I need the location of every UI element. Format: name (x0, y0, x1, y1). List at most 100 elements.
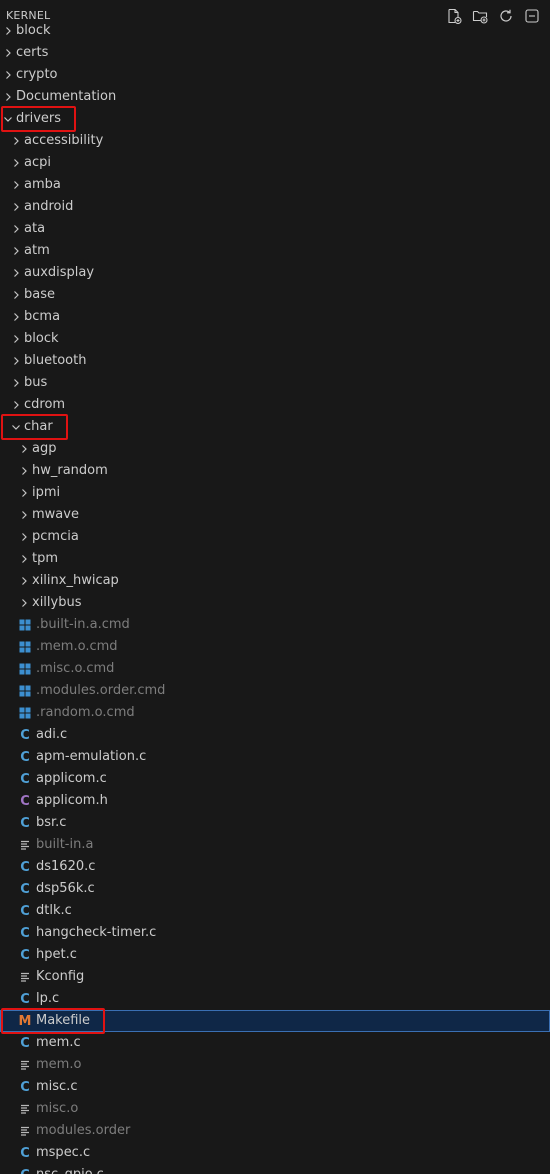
file-item-hpet-c[interactable]: Chpet.c (0, 944, 550, 966)
c-file-icon: C (20, 991, 30, 1007)
file-item-applicom-c[interactable]: Capplicom.c (0, 768, 550, 790)
file-item-random-o-cmd[interactable]: .random.o.cmd (0, 702, 550, 724)
chevron-right-icon[interactable] (18, 526, 30, 548)
folder-item-certs[interactable]: certs (0, 42, 550, 64)
folder-item-ipmi[interactable]: ipmi (0, 482, 550, 504)
file-item-makefile[interactable]: M Makefile (0, 1010, 550, 1032)
tree-item-label: bsr.c (36, 815, 67, 830)
chevron-down-icon[interactable] (10, 416, 22, 438)
tree-item-label: Documentation (16, 89, 117, 104)
file-item-nsc-gpio-c[interactable]: Cnsc_gpio.c (0, 1164, 550, 1174)
folder-item-mwave[interactable]: mwave (0, 504, 550, 526)
tree-item-label: agp (32, 441, 57, 456)
file-item-ds1620-c[interactable]: Cds1620.c (0, 856, 550, 878)
chevron-right-icon[interactable] (10, 328, 22, 350)
chevron-right-icon[interactable] (2, 64, 14, 86)
folder-item-bluetooth[interactable]: bluetooth (0, 350, 550, 372)
chevron-right-icon[interactable] (10, 284, 22, 306)
folder-item-pcmcia[interactable]: pcmcia (0, 526, 550, 548)
folder-item-xillybus[interactable]: xillybus (0, 592, 550, 614)
tree-item-label: amba (24, 177, 61, 192)
file-item-mem-o[interactable]: mem.o (0, 1054, 550, 1076)
tree-item-label: android (24, 199, 74, 214)
c-file-icon: C (20, 815, 30, 831)
chevron-right-icon[interactable] (2, 86, 14, 108)
tree-item-label: block (24, 331, 59, 346)
folder-item-atm[interactable]: atm (0, 240, 550, 262)
file-item-misc-c[interactable]: Cmisc.c (0, 1076, 550, 1098)
chevron-right-icon[interactable] (10, 218, 22, 240)
folder-item-block[interactable]: block (0, 328, 550, 350)
chevron-right-icon[interactable] (18, 460, 30, 482)
folder-item-crypto[interactable]: crypto (0, 64, 550, 86)
c-file-icon: C (20, 859, 30, 875)
folder-item-bus[interactable]: bus (0, 372, 550, 394)
chevron-right-icon[interactable] (10, 174, 22, 196)
file-item-apm-emulation-c[interactable]: Capm-emulation.c (0, 746, 550, 768)
file-item-built-in-a-cmd[interactable]: .built-in.a.cmd (0, 614, 550, 636)
chevron-right-icon[interactable] (18, 504, 30, 526)
chevron-right-icon[interactable] (10, 152, 22, 174)
folder-item-hw-random[interactable]: hw_random (0, 460, 550, 482)
folder-item-amba[interactable]: amba (0, 174, 550, 196)
folder-item-block[interactable]: block (0, 20, 550, 42)
folder-item-acpi[interactable]: acpi (0, 152, 550, 174)
tree-item-label: built-in.a (36, 837, 94, 852)
chevron-right-icon[interactable] (18, 482, 30, 504)
folder-item-android[interactable]: android (0, 196, 550, 218)
folder-item-agp[interactable]: agp (0, 438, 550, 460)
makefile-icon: M (18, 1013, 32, 1029)
chevron-right-icon[interactable] (18, 438, 30, 460)
file-item-adi-c[interactable]: Cadi.c (0, 724, 550, 746)
chevron-right-icon[interactable] (18, 592, 30, 614)
file-item-modules-order-cmd[interactable]: .modules.order.cmd (0, 680, 550, 702)
chevron-right-icon[interactable] (18, 548, 30, 570)
folder-item-ata[interactable]: ata (0, 218, 550, 240)
tree-item-label: modules.order (36, 1123, 131, 1138)
folder-item-documentation[interactable]: Documentation (0, 86, 550, 108)
file-item-kconfig[interactable]: Kconfig (0, 966, 550, 988)
folder-item-bcma[interactable]: bcma (0, 306, 550, 328)
file-item-dsp56k-c[interactable]: Cdsp56k.c (0, 878, 550, 900)
tree-item-label: nsc_gpio.c (36, 1164, 104, 1174)
windows-cmd-icon (18, 614, 32, 636)
folder-item-auxdisplay[interactable]: auxdisplay (0, 262, 550, 284)
chevron-down-icon[interactable] (2, 108, 14, 130)
file-item-lp-c[interactable]: Clp.c (0, 988, 550, 1010)
chevron-right-icon[interactable] (10, 306, 22, 328)
file-item-mem-o-cmd[interactable]: .mem.o.cmd (0, 636, 550, 658)
tree-item-label: hw_random (32, 463, 108, 478)
file-item-dtlk-c[interactable]: Cdtlk.c (0, 900, 550, 922)
file-item-hangcheck-timer-c[interactable]: Changcheck-timer.c (0, 922, 550, 944)
chevron-right-icon[interactable] (10, 262, 22, 284)
tree-item-label: certs (16, 45, 49, 60)
file-item-applicom-h[interactable]: Capplicom.h (0, 790, 550, 812)
chevron-right-icon[interactable] (2, 20, 14, 42)
chevron-right-icon[interactable] (10, 394, 22, 416)
file-item-modules-order[interactable]: modules.order (0, 1120, 550, 1142)
file-item-bsr-c[interactable]: Cbsr.c (0, 812, 550, 834)
file-item-mem-c[interactable]: Cmem.c (0, 1032, 550, 1054)
folder-item-char[interactable]: char (0, 416, 550, 438)
chevron-right-icon[interactable] (10, 196, 22, 218)
file-item-misc-o-cmd[interactable]: .misc.o.cmd (0, 658, 550, 680)
tree-item-label: .modules.order.cmd (36, 683, 166, 698)
tree-item-label: bcma (24, 309, 61, 324)
tree-item-label: xilinx_hwicap (32, 573, 119, 588)
chevron-right-icon[interactable] (10, 130, 22, 152)
chevron-right-icon[interactable] (18, 570, 30, 592)
chevron-right-icon[interactable] (2, 42, 14, 64)
chevron-right-icon[interactable] (10, 240, 22, 262)
file-item-built-in-a[interactable]: built-in.a (0, 834, 550, 856)
chevron-right-icon[interactable] (10, 372, 22, 394)
folder-item-cdrom[interactable]: cdrom (0, 394, 550, 416)
folder-item-accessibility[interactable]: accessibility (0, 130, 550, 152)
folder-item-base[interactable]: base (0, 284, 550, 306)
file-item-mspec-c[interactable]: Cmspec.c (0, 1142, 550, 1164)
folder-item-xilinx-hwicap[interactable]: xilinx_hwicap (0, 570, 550, 592)
file-item-misc-o[interactable]: misc.o (0, 1098, 550, 1120)
folder-item-drivers[interactable]: drivers (0, 108, 550, 130)
tree-item-label: cdrom (24, 397, 66, 412)
folder-item-tpm[interactable]: tpm (0, 548, 550, 570)
chevron-right-icon[interactable] (10, 350, 22, 372)
